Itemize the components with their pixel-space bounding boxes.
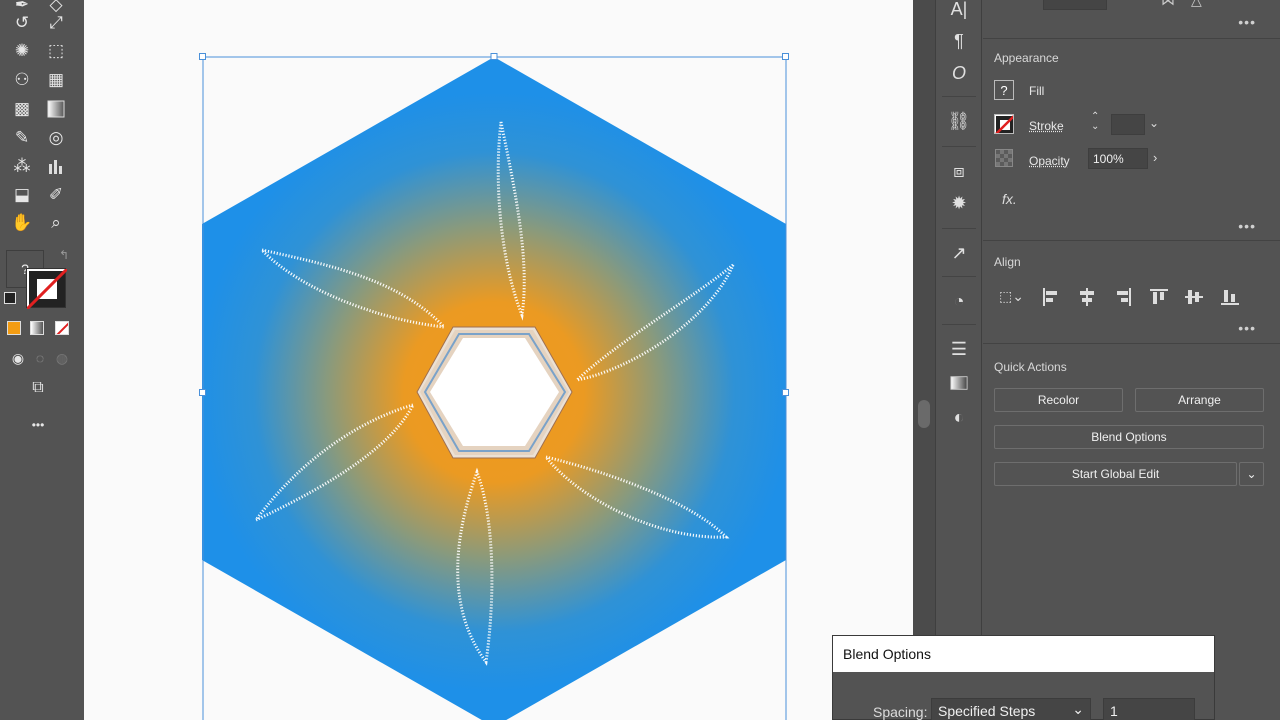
mesh-tool-icon[interactable]: ▩ bbox=[8, 96, 36, 122]
stroke-swatch[interactable] bbox=[25, 267, 69, 311]
screen-mode-icon[interactable]: ⧉ bbox=[24, 375, 52, 401]
spacing-label: Spacing: bbox=[873, 704, 928, 720]
flip-horizontal-icon[interactable]: ⋈ bbox=[1161, 0, 1175, 9]
recolor-button[interactable]: Recolor bbox=[994, 388, 1123, 412]
appearance-header: Appearance bbox=[994, 51, 1059, 65]
section-divider bbox=[983, 38, 1280, 39]
stroke-weight-field[interactable] bbox=[1111, 114, 1145, 135]
gradient-panel-icon[interactable] bbox=[946, 370, 972, 396]
color-mode-swatch[interactable] bbox=[7, 321, 21, 335]
graph-tool-icon[interactable] bbox=[42, 153, 70, 179]
gradient-tool-icon[interactable] bbox=[42, 96, 70, 122]
gradient-mode-swatch[interactable] bbox=[30, 321, 44, 335]
zoom-tool-icon[interactable]: ⌕ bbox=[42, 210, 70, 236]
panel-icon-dock: A| ¶ O ⛓ ⧈ ✹ ↗ ◔ ☰ ◐ bbox=[935, 0, 982, 720]
align-right-icon[interactable] bbox=[1113, 287, 1133, 307]
opentype-panel-icon[interactable]: O bbox=[946, 60, 972, 86]
asset-export-icon[interactable]: ⧈ bbox=[946, 158, 972, 184]
align-header: Align bbox=[994, 255, 1021, 269]
opacity-label[interactable]: Opacity bbox=[1029, 154, 1070, 168]
slice-tool-icon[interactable]: ✐ bbox=[42, 182, 70, 208]
rotate-tool-icon[interactable]: ↺ bbox=[8, 10, 36, 36]
stroke-weight-stepper-icon[interactable]: ⌃ ⌄ bbox=[1091, 112, 1099, 132]
opacity-expand-icon[interactable]: › bbox=[1153, 150, 1157, 165]
fill-label: Fill bbox=[1029, 84, 1045, 98]
illustrator-window: ✒ ◇ ↺ ⤢ ✺ ⬚ ⚇ ▦ ▩ ✎ ◎ ⁂ ⬓ ✐ ✋ ⌕ ? ↰ ◉ ◌ … bbox=[0, 0, 1280, 720]
quick-actions-header: Quick Actions bbox=[994, 360, 1067, 374]
properties-panel: ⋈ △ ••• Appearance ? Fill Stroke ⌃ ⌄ ⌄ Op… bbox=[983, 0, 1280, 720]
top-stepper-field[interactable] bbox=[1043, 0, 1107, 10]
scrollbar-thumb[interactable] bbox=[918, 400, 930, 428]
scale-tool-icon[interactable]: ⤢ bbox=[42, 10, 70, 36]
stroke-swatch-button[interactable] bbox=[994, 114, 1014, 134]
align-horizontal-center-icon[interactable] bbox=[1077, 287, 1097, 307]
opacity-icon[interactable] bbox=[995, 149, 1013, 167]
specified-steps-input[interactable]: 1 bbox=[1103, 698, 1195, 720]
warp-tool-icon[interactable]: ✺ bbox=[8, 38, 36, 64]
opacity-field[interactable]: 100% bbox=[1088, 148, 1148, 169]
blend-options-button[interactable]: Blend Options bbox=[994, 425, 1264, 449]
stroke-weight-dropdown-icon[interactable]: ⌄ bbox=[1149, 116, 1159, 130]
align-vertical-center-icon[interactable] bbox=[1184, 287, 1204, 307]
spacing-select-value: Specified Steps bbox=[938, 703, 1036, 719]
none-mode-swatch[interactable] bbox=[55, 321, 69, 335]
export-panel-icon[interactable]: ↗ bbox=[946, 240, 972, 266]
flip-vertical-icon[interactable]: △ bbox=[1191, 0, 1202, 9]
canvas[interactable] bbox=[84, 0, 913, 720]
fill-swatch-button[interactable]: ? bbox=[994, 80, 1014, 100]
shape-builder-tool-icon[interactable]: ⚇ bbox=[8, 67, 36, 93]
draw-inside-icon[interactable]: ◍ bbox=[48, 345, 76, 371]
section-divider bbox=[983, 240, 1280, 241]
spacing-select-chevron-icon: ⌄ bbox=[1072, 701, 1084, 717]
align-top-icon[interactable] bbox=[1149, 287, 1169, 307]
symbol-sprayer-tool-icon[interactable]: ⁂ bbox=[8, 153, 36, 179]
align-more-options-icon[interactable]: ••• bbox=[1238, 320, 1256, 336]
character-panel-icon[interactable]: A| bbox=[946, 0, 972, 22]
align-bottom-icon[interactable] bbox=[1220, 287, 1240, 307]
symbols-panel-icon[interactable]: ✹ bbox=[946, 190, 972, 216]
dock-divider bbox=[942, 228, 976, 229]
align-to-selection-icon[interactable]: ⬚⌄ bbox=[999, 288, 1024, 305]
align-left-icon[interactable] bbox=[1041, 287, 1061, 307]
vertical-scrollbar[interactable] bbox=[913, 0, 935, 720]
stroke-label[interactable]: Stroke bbox=[1029, 119, 1064, 133]
appearance-more-options-icon[interactable]: ••• bbox=[1238, 218, 1256, 234]
hand-tool-icon[interactable]: ✋ bbox=[8, 210, 36, 236]
perspective-grid-tool-icon[interactable]: ▦ bbox=[42, 67, 70, 93]
links-panel-icon[interactable]: ⛓ bbox=[946, 108, 972, 134]
transparency-panel-icon[interactable]: ◐ bbox=[946, 404, 972, 430]
dock-divider bbox=[942, 96, 976, 97]
section-divider bbox=[983, 343, 1280, 344]
blend-tool-icon[interactable]: ◎ bbox=[42, 125, 70, 151]
edit-toolbar-icon[interactable]: ••• bbox=[24, 412, 52, 438]
start-global-edit-button[interactable]: Start Global Edit bbox=[994, 462, 1237, 486]
paragraph-panel-icon[interactable]: ¶ bbox=[946, 28, 972, 54]
dock-divider bbox=[942, 276, 976, 277]
global-edit-options-dropdown-icon[interactable]: ⌄ bbox=[1239, 462, 1264, 486]
arrange-button[interactable]: Arrange bbox=[1135, 388, 1264, 412]
stroke-panel-icon[interactable]: ☰ bbox=[946, 336, 972, 362]
fx-button[interactable]: fx. bbox=[1002, 191, 1017, 207]
transform-more-options-icon[interactable]: ••• bbox=[1238, 14, 1256, 30]
swap-fill-stroke-icon[interactable]: ↰ bbox=[50, 242, 78, 268]
default-fill-stroke-icon[interactable] bbox=[4, 292, 16, 304]
artwork[interactable] bbox=[84, 0, 913, 720]
pathfinder-panel-icon[interactable]: ◔ bbox=[946, 288, 972, 314]
blend-options-dialog: Blend Options Spacing: Specified Steps ⌄… bbox=[832, 635, 1215, 720]
spacing-select[interactable]: Specified Steps ⌄ bbox=[931, 698, 1091, 720]
artboard-tool-icon[interactable]: ⬓ bbox=[8, 182, 36, 208]
dock-divider bbox=[942, 324, 976, 325]
dialog-title: Blend Options bbox=[833, 636, 1214, 672]
dock-divider bbox=[942, 146, 976, 147]
free-transform-tool-icon[interactable]: ⬚ bbox=[42, 38, 70, 64]
eyedropper-tool-icon[interactable]: ✎ bbox=[8, 125, 36, 151]
tools-panel: ✒ ◇ ↺ ⤢ ✺ ⬚ ⚇ ▦ ▩ ✎ ◎ ⁂ ⬓ ✐ ✋ ⌕ ? ↰ ◉ ◌ … bbox=[0, 0, 84, 720]
